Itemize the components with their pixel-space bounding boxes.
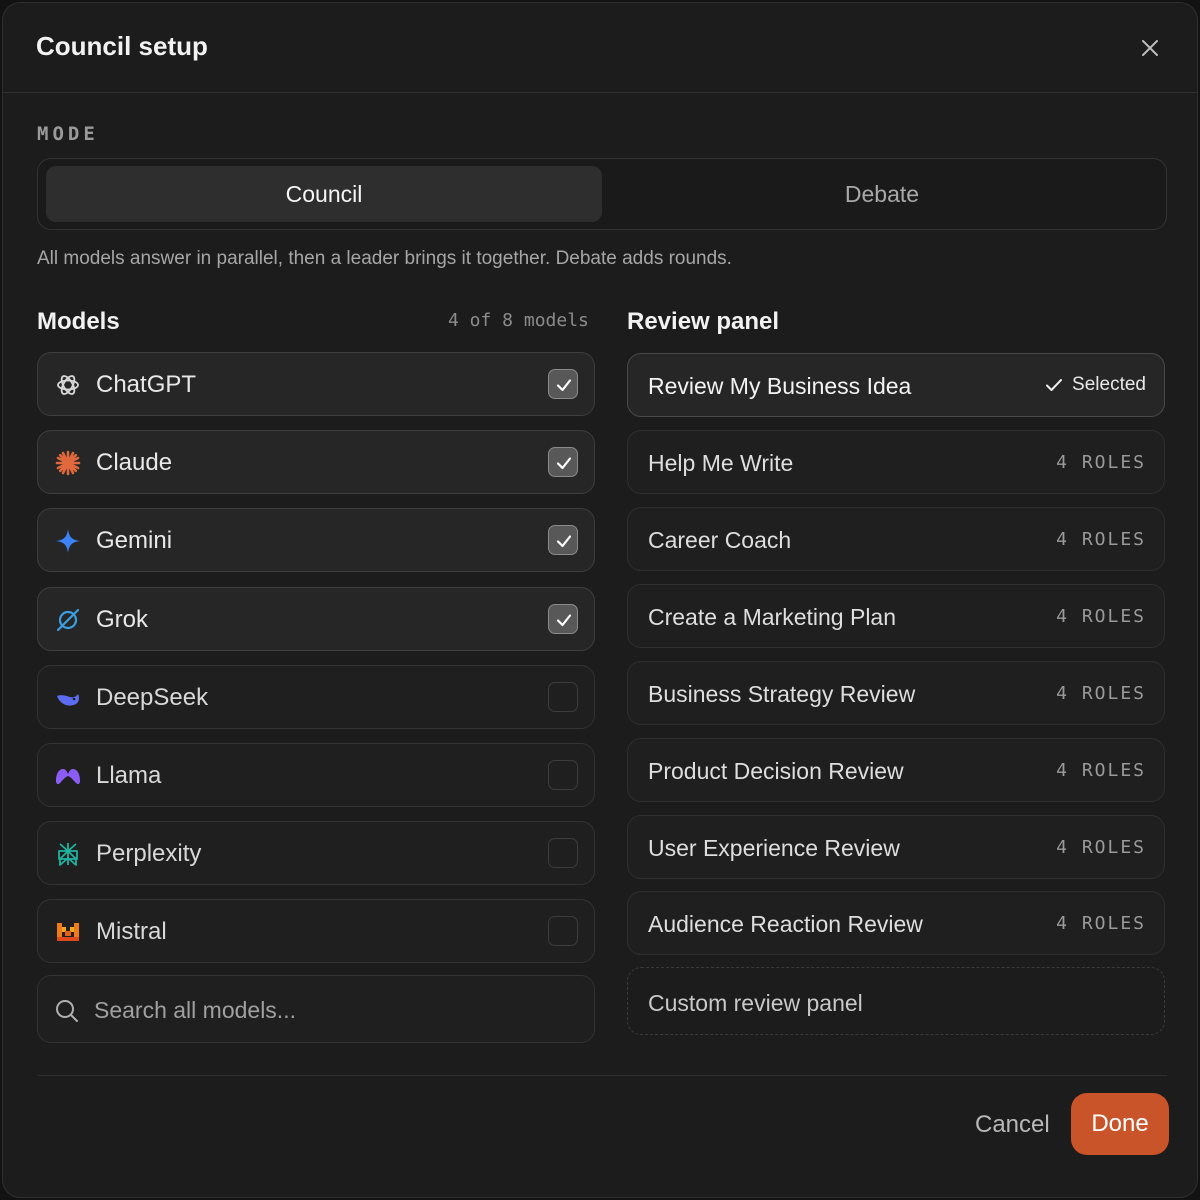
panel-name: Career Coach	[648, 527, 792, 553]
model-name: ChatGPT	[96, 371, 197, 398]
model-row-deepseek[interactable]: DeepSeek	[37, 665, 595, 729]
model-checkbox[interactable]	[548, 916, 578, 946]
roles-badge: 4 ROLES	[1056, 529, 1146, 550]
model-row-claude[interactable]: Claude	[37, 430, 595, 494]
model-row-gemini[interactable]: Gemini	[37, 508, 595, 572]
panel-name: Review My Business Idea	[648, 373, 912, 399]
selected-label: Selected	[1072, 374, 1146, 395]
roles-badge: 4 ROLES	[1056, 606, 1146, 627]
model-row-chatgpt[interactable]: ChatGPT	[37, 352, 595, 416]
mode-option-debate[interactable]: Debate	[604, 166, 1160, 222]
mode-description: All models answer in parallel, then a le…	[37, 248, 732, 269]
close-icon[interactable]	[1135, 33, 1165, 63]
panel-name: Product Decision Review	[648, 758, 904, 784]
panel-name: Business Strategy Review	[648, 681, 916, 707]
search-icon	[54, 998, 80, 1029]
model-search-box[interactable]	[37, 975, 595, 1043]
grok-icon	[54, 606, 82, 634]
gemini-icon	[54, 527, 82, 555]
review-panel-item[interactable]: Product Decision Review 4 ROLES	[627, 738, 1165, 802]
model-name: DeepSeek	[96, 684, 209, 711]
review-panel-item[interactable]: Career Coach 4 ROLES	[627, 507, 1165, 571]
claude-icon	[54, 449, 82, 477]
dialog-title: Council setup	[36, 31, 208, 61]
council-setup-dialog: Council setup MODE Council Debate All mo…	[2, 2, 1198, 1198]
review-panel-item[interactable]: Audience Reaction Review 4 ROLES	[627, 891, 1165, 955]
mode-segmented-control: Council Debate	[37, 158, 1167, 230]
models-title: Models	[37, 308, 120, 335]
dialog-header: Council setup	[3, 3, 1197, 93]
model-name: Grok	[96, 606, 149, 633]
selected-badge: Selected	[1044, 374, 1146, 396]
perplexity-icon	[54, 840, 82, 868]
deepseek-icon	[54, 684, 82, 712]
custom-review-panel-button[interactable]: Custom review panel	[627, 967, 1165, 1035]
review-panel-item[interactable]: Help Me Write 4 ROLES	[627, 430, 1165, 494]
panel-name: User Experience Review	[648, 835, 900, 861]
cancel-button[interactable]: Cancel	[975, 1111, 1050, 1139]
review-panel-item[interactable]: Review My Business Idea Selected	[627, 353, 1165, 417]
review-panel-title: Review panel	[627, 308, 780, 335]
roles-badge: 4 ROLES	[1056, 452, 1146, 473]
roles-badge: 4 ROLES	[1056, 760, 1146, 781]
model-name: Gemini	[96, 527, 173, 554]
panel-name: Create a Marketing Plan	[648, 604, 897, 630]
check-icon	[1046, 379, 1063, 391]
model-name: Mistral	[96, 918, 167, 945]
mode-option-council[interactable]: Council	[46, 166, 602, 222]
custom-panel-label: Custom review panel	[648, 990, 863, 1016]
model-row-mistral[interactable]: Mistral	[37, 899, 595, 963]
panel-name: Audience Reaction Review	[648, 911, 923, 937]
model-name: Claude	[96, 449, 173, 476]
roles-badge: 4 ROLES	[1056, 683, 1146, 704]
model-row-perplexity[interactable]: Perplexity	[37, 821, 595, 885]
review-panel-item[interactable]: User Experience Review 4 ROLES	[627, 815, 1165, 879]
model-checkbox[interactable]	[548, 838, 578, 868]
review-panel-item[interactable]: Business Strategy Review 4 ROLES	[627, 661, 1165, 725]
models-count: 4 of 8 models	[448, 310, 589, 331]
model-row-llama[interactable]: Llama	[37, 743, 595, 807]
done-button[interactable]: Done	[1071, 1093, 1169, 1155]
chatgpt-icon	[54, 371, 82, 399]
panel-name: Help Me Write	[648, 450, 794, 476]
review-panel-item[interactable]: Create a Marketing Plan 4 ROLES	[627, 584, 1165, 648]
model-name: Perplexity	[96, 840, 202, 867]
model-checkbox[interactable]	[548, 760, 578, 790]
model-row-grok[interactable]: Grok	[37, 587, 595, 651]
roles-badge: 4 ROLES	[1056, 913, 1146, 934]
footer-divider	[37, 1075, 1167, 1076]
mode-label: MODE	[37, 123, 99, 145]
roles-badge: 4 ROLES	[1056, 837, 1146, 858]
model-name: Llama	[96, 762, 162, 789]
model-checkbox[interactable]	[548, 525, 578, 555]
mistral-icon	[54, 918, 82, 946]
model-checkbox[interactable]	[548, 604, 578, 634]
model-checkbox[interactable]	[548, 682, 578, 712]
model-checkbox[interactable]	[548, 369, 578, 399]
llama-icon	[54, 762, 82, 790]
model-checkbox[interactable]	[548, 447, 578, 477]
search-input[interactable]	[94, 990, 574, 1030]
